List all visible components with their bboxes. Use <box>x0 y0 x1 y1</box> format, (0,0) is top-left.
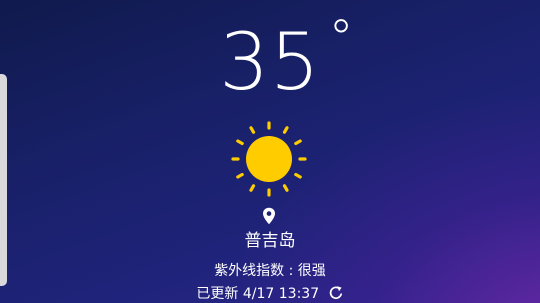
temperature-value: 35 ° <box>219 9 353 108</box>
sun-icon <box>231 121 307 197</box>
degree-symbol: ° <box>328 9 355 67</box>
location-pin-icon <box>263 207 275 225</box>
temperature-number: 35 <box>219 18 321 108</box>
uv-index-text: 紫外线指数 : 很强 <box>214 263 326 279</box>
refresh-icon[interactable] <box>328 285 344 301</box>
last-updated-text: 已更新 4/17 13:37 <box>196 286 320 302</box>
current-temperature: 35 ° <box>0 9 540 108</box>
last-updated-row: 已更新 4/17 13:37 <box>0 285 540 303</box>
city-name[interactable]: 普吉岛 <box>0 230 540 252</box>
